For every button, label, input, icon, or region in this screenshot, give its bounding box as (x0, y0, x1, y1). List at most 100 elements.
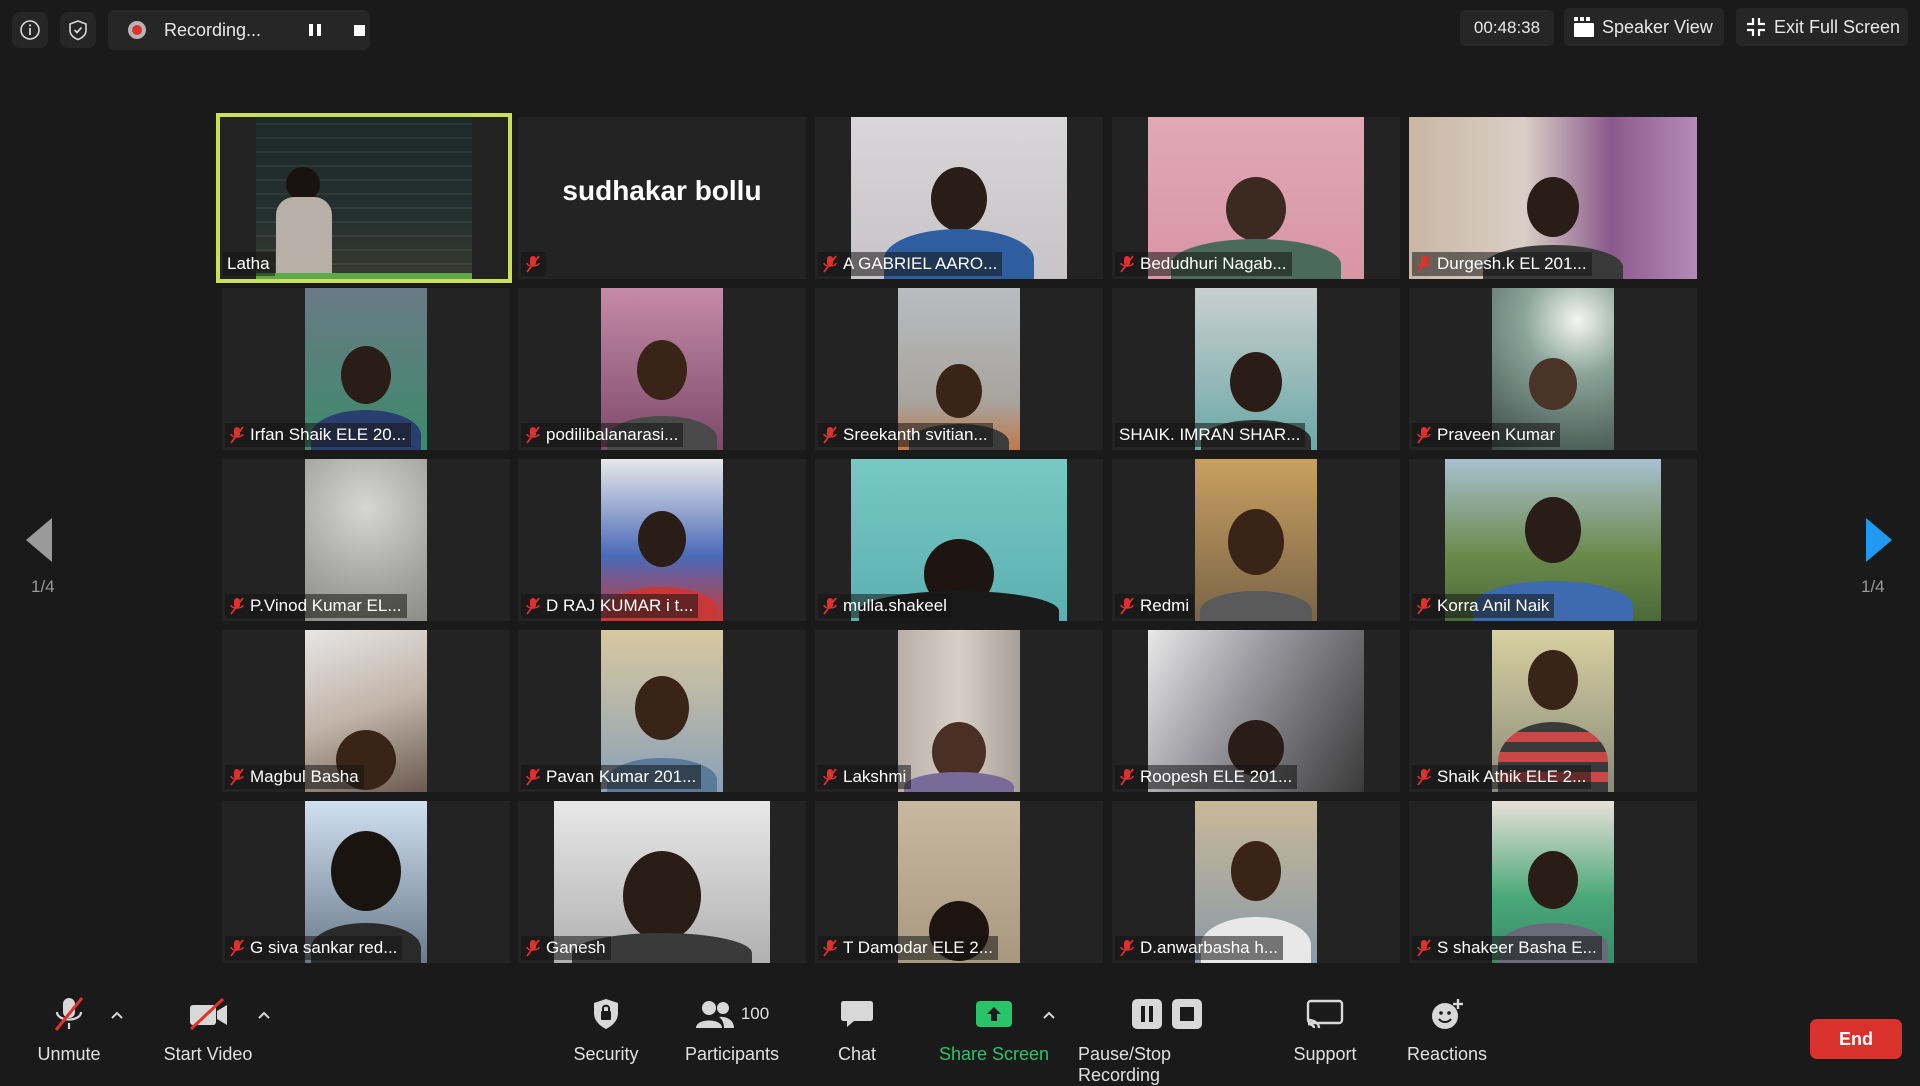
support-label: Support (1293, 1044, 1357, 1064)
participant-tile[interactable]: Pavan Kumar 201... (518, 630, 806, 792)
participant-tile[interactable]: S shakeer Basha E... (1409, 801, 1697, 963)
participant-name-label: Praveen Kumar (1412, 423, 1561, 447)
participants-button[interactable]: 100 Participants (676, 994, 788, 1065)
speaker-view-label: Speaker View (1602, 16, 1713, 37)
participant-tile[interactable]: D RAJ KUMAR i t... (518, 459, 806, 621)
muted-mic-icon (823, 426, 837, 444)
support-button[interactable]: Support (1286, 994, 1364, 1065)
recording-indicator: Recording... (108, 10, 370, 50)
muted-mic-icon (1120, 939, 1134, 957)
unmute-button[interactable]: Unmute (34, 994, 104, 1065)
participant-tile[interactable]: T Damodar ELE 2... (815, 801, 1103, 963)
video-options-caret-icon[interactable] (257, 1010, 271, 1020)
participant-tile[interactable]: Korra Anil Naik (1409, 459, 1697, 621)
participant-display-name: sudhakar bollu (562, 175, 762, 206)
next-page-button[interactable] (1864, 518, 1892, 567)
participant-name: Korra Anil Naik (1437, 596, 1550, 615)
microphone-muted-icon (54, 997, 84, 1031)
participant-face (1228, 509, 1284, 575)
muted-mic-icon (823, 939, 837, 957)
speaker-view-button[interactable]: Speaker View (1564, 8, 1724, 46)
chat-button[interactable]: Chat (822, 994, 892, 1065)
muted-mic-icon (823, 255, 837, 273)
participant-face (341, 346, 391, 404)
participant-tile[interactable]: Praveen Kumar (1409, 288, 1697, 450)
participant-tile[interactable]: Magbul Basha (222, 630, 510, 792)
participant-name-label: Redmi (1115, 594, 1195, 618)
muted-mic-icon (1417, 255, 1431, 273)
audio-options-caret-icon[interactable] (110, 1010, 124, 1020)
participant-name: T Damodar ELE 2... (843, 938, 993, 957)
participant-tile[interactable]: Ganesh (518, 801, 806, 963)
pause-recording-button[interactable] (304, 22, 326, 38)
start-video-button[interactable]: Start Video (160, 994, 256, 1065)
floor-strip (256, 273, 472, 279)
muted-mic-icon (1417, 597, 1431, 615)
stop-recording-button[interactable] (348, 22, 370, 38)
top-bar: Recording... 00:48:38 Speaker View Exit … (0, 0, 1920, 60)
recording-label: Recording... (164, 20, 262, 40)
participant-face (1529, 358, 1577, 410)
exit-fullscreen-button[interactable]: Exit Full Screen (1736, 8, 1908, 46)
participant-name: Irfan Shaik ELE 20... (250, 425, 406, 444)
participant-face (1230, 352, 1282, 412)
participant-face (635, 676, 689, 740)
participant-tile[interactable]: Irfan Shaik ELE 20... (222, 288, 510, 450)
participant-tile[interactable]: Sreekanth svitian... (815, 288, 1103, 450)
participant-tile[interactable]: G siva sankar red... (222, 801, 510, 963)
participant-name-label: SHAIK. IMRAN SHAR... (1115, 423, 1306, 447)
participant-face (1231, 841, 1281, 901)
participant-name: SHAIK. IMRAN SHAR... (1119, 425, 1301, 444)
participant-name: Durgesh.k EL 201... (1437, 254, 1587, 273)
participant-tile[interactable]: podilibalanarasi... (518, 288, 806, 450)
participant-name-label: D RAJ KUMAR i t... (521, 594, 699, 618)
muted-mic-icon (230, 426, 244, 444)
participant-name-label: S shakeer Basha E... (1412, 936, 1602, 960)
participant-tile[interactable]: Redmi (1112, 459, 1400, 621)
participant-tile[interactable]: Roopesh ELE 201... (1112, 630, 1400, 792)
participant-tile[interactable]: P.Vinod Kumar EL... (222, 459, 510, 621)
encryption-button[interactable] (60, 12, 96, 48)
participant-name-label: Shaik Athik ELE 2... (1412, 765, 1592, 789)
participant-tile[interactable]: D.anwarbasha h... (1112, 801, 1400, 963)
muted-mic-icon (526, 939, 540, 957)
meeting-info-button[interactable] (12, 12, 48, 48)
participant-tile[interactable]: Shaik Athik ELE 2... (1409, 630, 1697, 792)
participant-face (1226, 177, 1286, 241)
page-indicator-right: 1/4 (1861, 577, 1885, 596)
participant-name-label: Bedudhuri Nagab... (1115, 252, 1292, 276)
participant-face (1527, 177, 1579, 237)
previous-page-button[interactable] (26, 518, 54, 567)
participant-tile[interactable]: mulla.shakeel (815, 459, 1103, 621)
participant-tile[interactable]: A GABRIEL AARO... (815, 117, 1103, 279)
muted-mic-icon (823, 597, 837, 615)
security-button[interactable]: Security (566, 994, 646, 1065)
reactions-button[interactable]: Reactions (1404, 994, 1490, 1065)
participant-name: podilibalanarasi... (546, 425, 679, 444)
muted-mic-icon (230, 597, 244, 615)
participant-tile[interactable]: Latha (216, 113, 512, 283)
participant-tile[interactable]: sudhakar bollu (518, 117, 806, 279)
participant-tile[interactable]: Lakshmi (815, 630, 1103, 792)
participant-name: Bedudhuri Nagab... (1140, 254, 1287, 273)
participant-tile[interactable]: SHAIK. IMRAN SHAR... (1112, 288, 1400, 450)
participant-name: D.anwarbasha h... (1140, 938, 1278, 957)
participant-name: Latha (227, 254, 270, 273)
exit-fullscreen-icon (1747, 18, 1765, 36)
participant-name-label: P.Vinod Kumar EL... (225, 594, 407, 618)
participant-face (931, 167, 987, 231)
muted-mic-icon (1120, 255, 1134, 273)
participant-face (1528, 650, 1578, 710)
participant-tile[interactable]: Durgesh.k EL 201... (1409, 117, 1697, 279)
participant-face (331, 831, 401, 911)
share-screen-button[interactable]: Share Screen (934, 994, 1054, 1065)
muted-mic-icon (1417, 939, 1431, 957)
share-options-caret-icon[interactable] (1042, 1010, 1056, 1020)
participant-face (637, 340, 687, 400)
end-meeting-button[interactable]: End (1810, 1019, 1902, 1059)
muted-mic-icon (526, 255, 540, 273)
chat-label: Chat (837, 1044, 877, 1064)
pause-stop-recording-button[interactable]: Pause/Stop Recording (1078, 994, 1256, 1086)
participant-tile[interactable]: Bedudhuri Nagab... (1112, 117, 1400, 279)
video-feed (256, 117, 472, 279)
